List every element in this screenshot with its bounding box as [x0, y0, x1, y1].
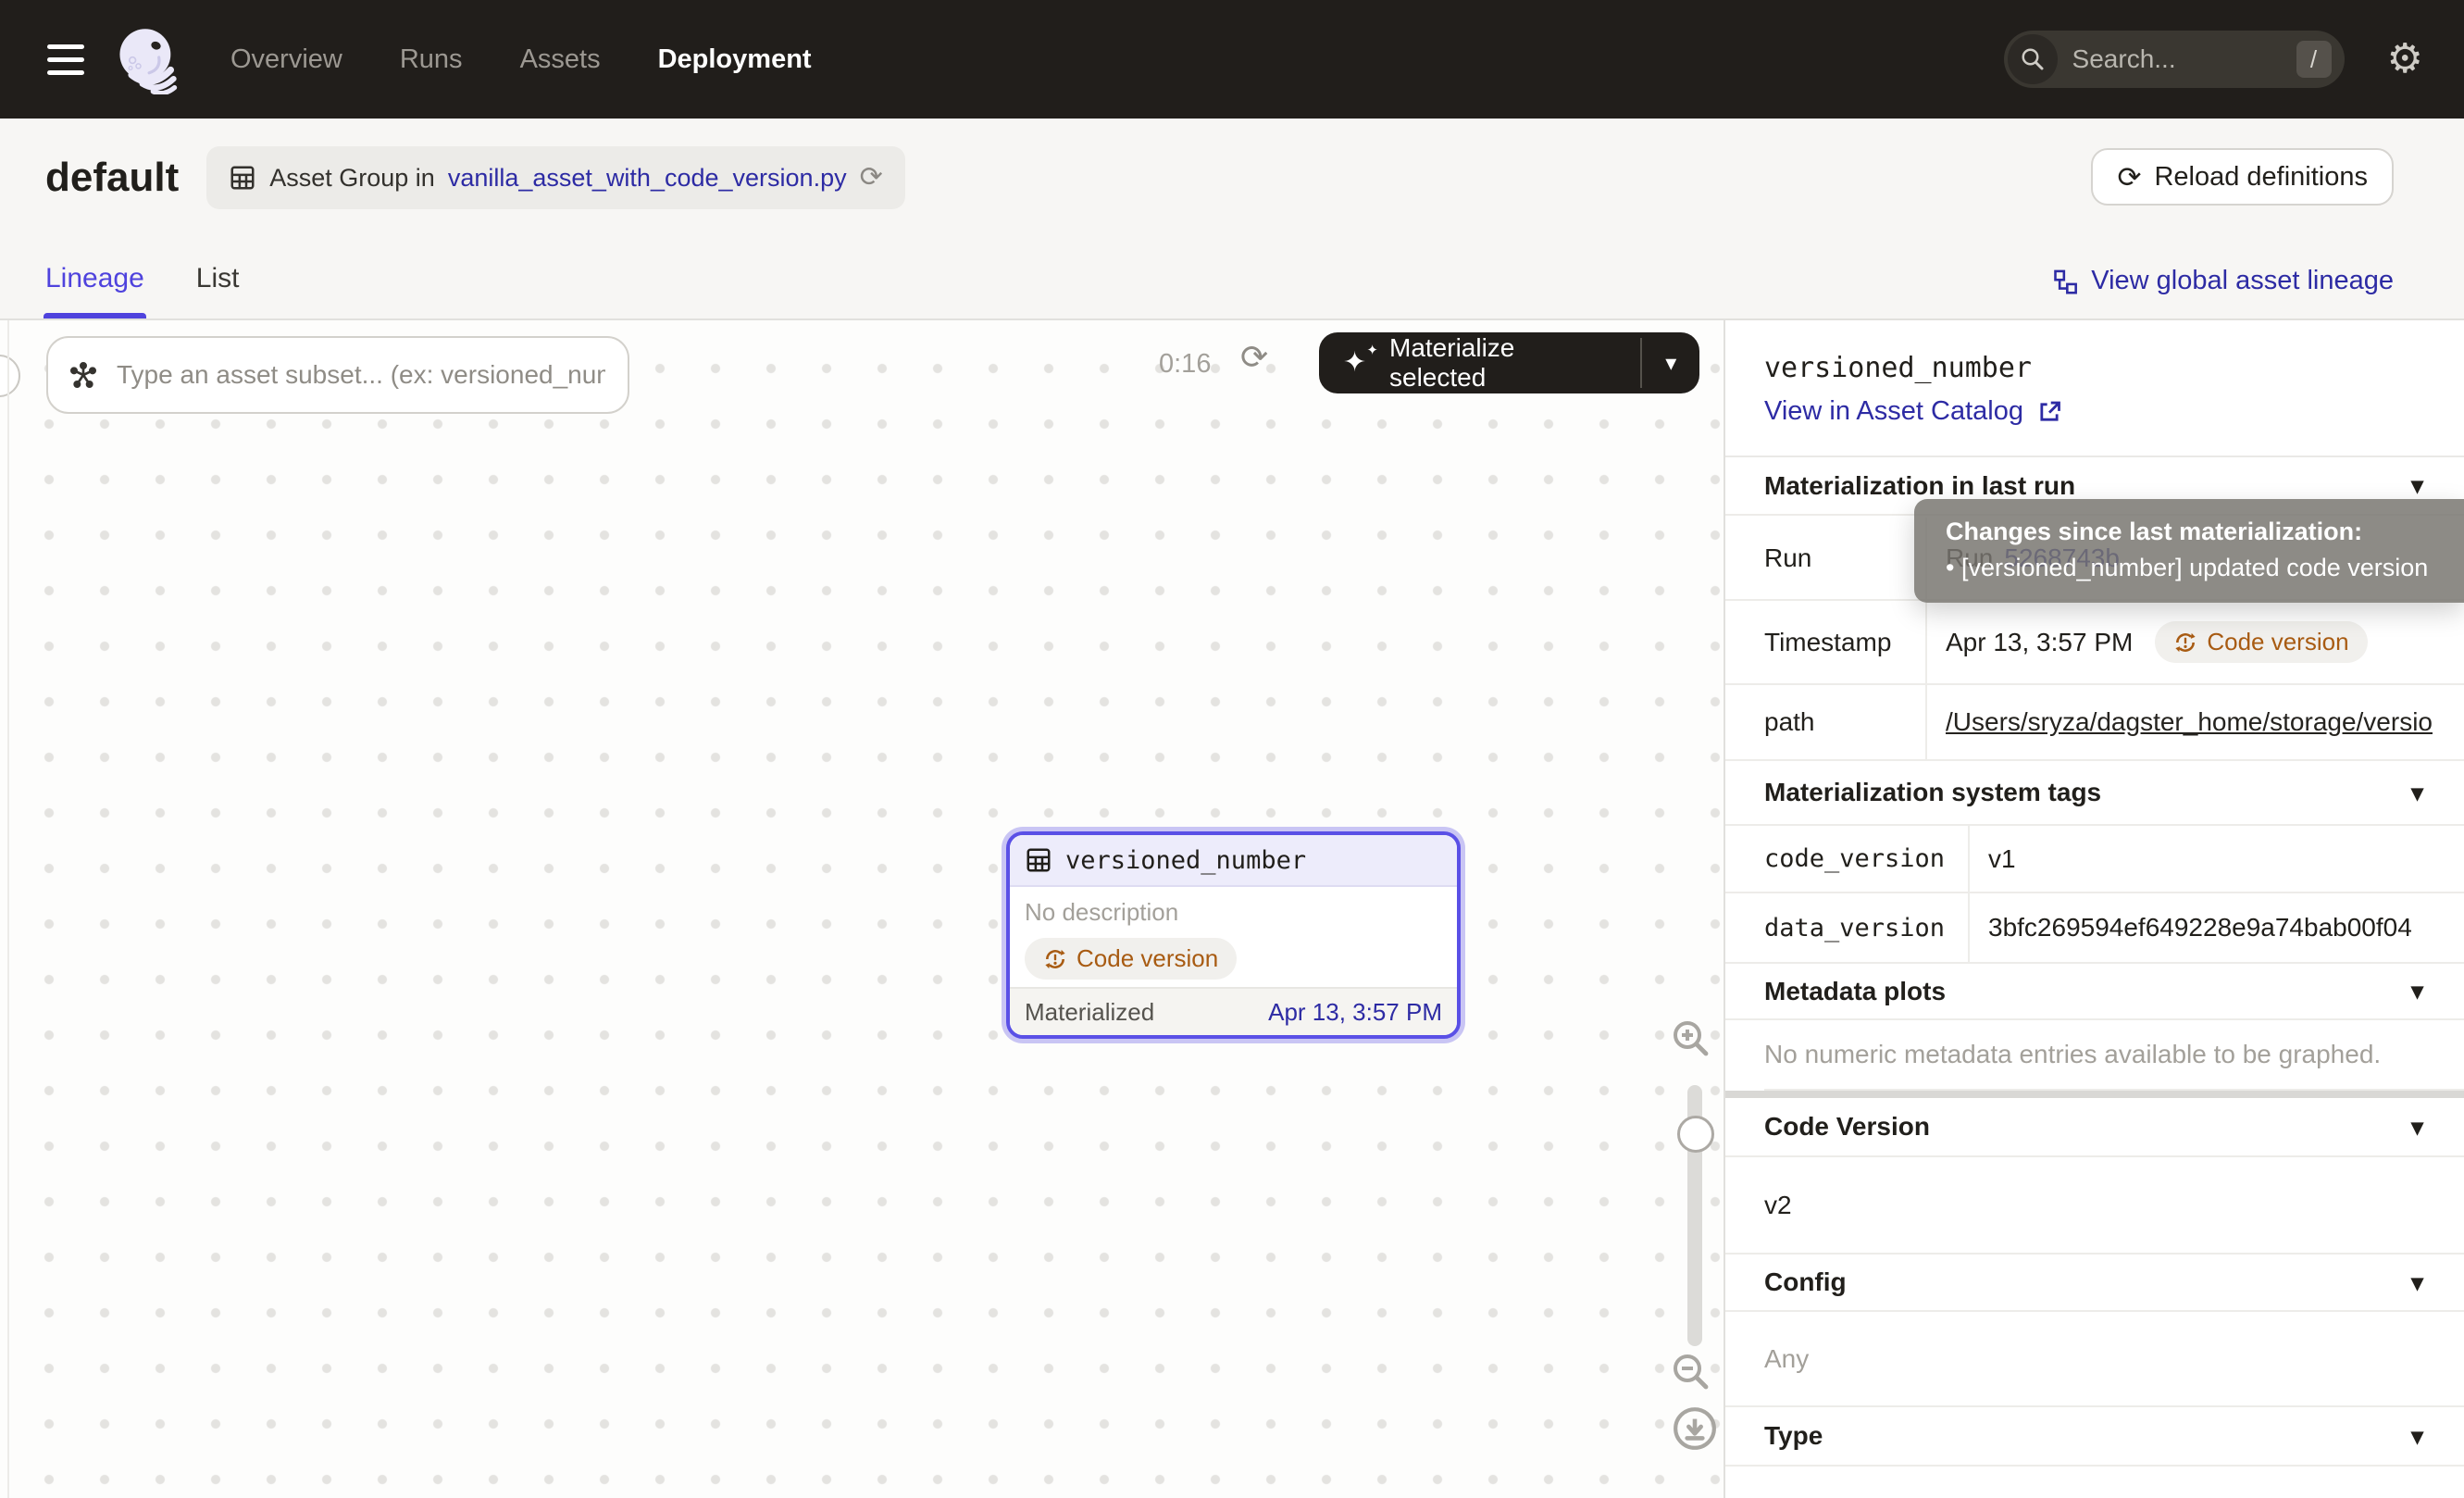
section-separator: [1725, 1091, 2464, 1098]
nav-item-overview[interactable]: Overview: [230, 44, 342, 75]
path-row: path /Users/sryza/dagster_home/storage/v…: [1725, 685, 2464, 761]
chevron-down-icon[interactable]: ▾: [2411, 779, 2423, 807]
config-value: Any: [1725, 1312, 2464, 1407]
sidebar-asset-title: versioned_number: [1764, 352, 2032, 384]
changes-tooltip: Changes since last materialization: • [v…: [1914, 499, 2464, 603]
timestamp-label: Timestamp: [1725, 601, 1927, 683]
reload-icon: ⟳: [2117, 163, 2141, 192]
reload-definitions-button[interactable]: ⟳ Reload definitions: [2091, 148, 2394, 206]
external-link-icon: [2036, 399, 2062, 425]
changed-icon: [1043, 947, 1067, 971]
chevron-down-icon[interactable]: ▾: [2411, 977, 2423, 1005]
tooltip-item: • [versioned_number] updated code versio…: [1946, 549, 2445, 586]
section-title: Metadata plots: [1764, 977, 1946, 1006]
timestamp-value: Apr 13, 3:57 PM: [1946, 628, 2133, 657]
data-version-tag-value: 3bfc269594ef649228e9a74bab00f04: [1970, 893, 2464, 962]
nav-item-runs[interactable]: Runs: [400, 44, 463, 75]
view-global-asset-lineage-label: View global asset lineage: [2091, 266, 2394, 296]
timestamp-row: Timestamp Apr 13, 3:57 PM Code version: [1725, 601, 2464, 685]
search-icon: [2008, 34, 2058, 84]
dagster-logo-icon[interactable]: [112, 24, 182, 94]
primary-nav: Overview Runs Assets Deployment: [230, 44, 812, 75]
search-box[interactable]: /: [2004, 31, 2345, 88]
table-icon: [1025, 846, 1052, 874]
reload-definitions-label: Reload definitions: [2154, 162, 2368, 193]
asset-node-description: No description: [1025, 898, 1442, 927]
hamburger-menu-icon[interactable]: [47, 44, 84, 75]
section-metadata-plots[interactable]: Metadata plots ▾: [1725, 964, 2464, 1020]
data-version-tag-label: data_version: [1725, 893, 1970, 962]
page-left-edge: [7, 119, 9, 1498]
refresh-timer: 0:16: [1159, 349, 1233, 380]
section-type[interactable]: Type ▾: [1725, 1407, 2464, 1467]
gear-icon[interactable]: ⚙: [2387, 39, 2423, 80]
collapse-panel-button[interactable]: [0, 355, 20, 397]
data-version-tag-row: data_version 3bfc269594ef649228e9a74bab0…: [1725, 893, 2464, 964]
asset-group-prefix: Asset Group in: [269, 164, 435, 193]
section-title: Materialization in last run: [1764, 471, 2075, 501]
materialize-selected-button[interactable]: ✦✦ Materialize selected ▾: [1319, 332, 1699, 393]
op-selector-icon: [68, 360, 98, 390]
chevron-down-icon[interactable]: ▾: [2411, 1113, 2423, 1142]
view-in-asset-catalog-link[interactable]: View in Asset Catalog: [1764, 396, 2062, 427]
asset-subset-input[interactable]: [115, 359, 607, 391]
refresh-icon[interactable]: ⟳: [1240, 341, 1268, 374]
chevron-down-icon[interactable]: ▾: [2411, 1422, 2423, 1451]
path-label: path: [1725, 685, 1927, 759]
tooltip-title: Changes since last materialization:: [1946, 514, 2445, 549]
section-config[interactable]: Config ▾: [1725, 1255, 2464, 1312]
section-title: Type: [1764, 1421, 1823, 1451]
node-status-time-link[interactable]: Apr 13, 3:57 PM: [1268, 998, 1442, 1027]
section-title: Code Version: [1764, 1112, 1930, 1142]
code-version-tag-row: code_version v1: [1725, 826, 2464, 893]
search-input[interactable]: [2071, 44, 2237, 75]
asset-node-title: versioned_number: [1065, 846, 1306, 875]
zoom-out-icon[interactable]: [1668, 1349, 1712, 1393]
view-global-asset-lineage-link[interactable]: View global asset lineage: [2052, 266, 2394, 296]
tab-lineage[interactable]: Lineage: [45, 263, 144, 318]
tab-list[interactable]: List: [196, 263, 240, 318]
zoom-in-icon[interactable]: [1668, 1016, 1712, 1060]
materialize-dropdown-caret[interactable]: ▾: [1642, 332, 1699, 393]
download-image-icon[interactable]: [1672, 1405, 1718, 1452]
nav-item-assets[interactable]: Assets: [520, 44, 601, 75]
section-title: Config: [1764, 1267, 1847, 1297]
view-in-asset-catalog-label: View in Asset Catalog: [1764, 396, 2023, 427]
group-refresh-icon[interactable]: ⟳: [860, 164, 883, 192]
code-version-badge-label: Code version: [1076, 944, 1218, 973]
lineage-graph-icon: [2052, 268, 2078, 294]
code-version-changed-badge[interactable]: Code version: [1025, 938, 1237, 980]
materialize-selected-label: Materialize selected: [1389, 333, 1616, 393]
section-code-version[interactable]: Code Version ▾: [1725, 1098, 2464, 1157]
search-shortcut-key: /: [2296, 41, 2332, 78]
page-header: default Asset Group in vanilla_asset_wit…: [0, 119, 2464, 320]
zoom-slider-handle[interactable]: [1677, 1116, 1714, 1153]
node-status-label: Materialized: [1025, 998, 1154, 1027]
nav-item-deployment[interactable]: Deployment: [658, 44, 812, 75]
asset-group-badge: Asset Group in vanilla_asset_with_code_v…: [206, 146, 905, 209]
lineage-canvas[interactable]: 0:16 ⟳ ✦✦ Materialize selected ▾ version…: [0, 320, 1724, 1498]
asset-subset-filter[interactable]: [46, 336, 629, 414]
path-value-link[interactable]: /Users/sryza/dagster_home/storage/versio: [1946, 707, 2433, 737]
code-version-value: v2: [1725, 1157, 2464, 1255]
section-title: Materialization system tags: [1764, 778, 2101, 807]
chevron-down-icon[interactable]: ▾: [2411, 471, 2423, 500]
timestamp-code-version-badge[interactable]: Code version: [2155, 621, 2367, 663]
changed-icon: [2173, 630, 2197, 655]
sparkle-icon: ✦✦: [1343, 347, 1375, 379]
page-title: default: [45, 155, 179, 201]
section-materialization-system-tags[interactable]: Materialization system tags ▾: [1725, 761, 2464, 826]
asset-node-versioned-number[interactable]: versioned_number No description Code ver…: [1006, 831, 1461, 1039]
view-tabs: Lineage List: [45, 263, 239, 318]
chevron-down-icon[interactable]: ▾: [2411, 1268, 2423, 1297]
top-nav: Overview Runs Assets Deployment / ⚙: [0, 0, 2464, 119]
asset-group-file-link[interactable]: vanilla_asset_with_code_version.py: [448, 164, 847, 193]
metadata-plots-empty-note: No numeric metadata entries available to…: [1764, 1020, 2464, 1091]
code-version-tag-label: code_version: [1725, 826, 1970, 892]
run-label: Run: [1725, 518, 1927, 599]
code-version-tag-value: v1: [1970, 826, 2464, 892]
asset-detail-sidebar: versioned_number View in Asset Catalog M…: [1724, 320, 2464, 1498]
asset-group-icon: [229, 164, 256, 192]
